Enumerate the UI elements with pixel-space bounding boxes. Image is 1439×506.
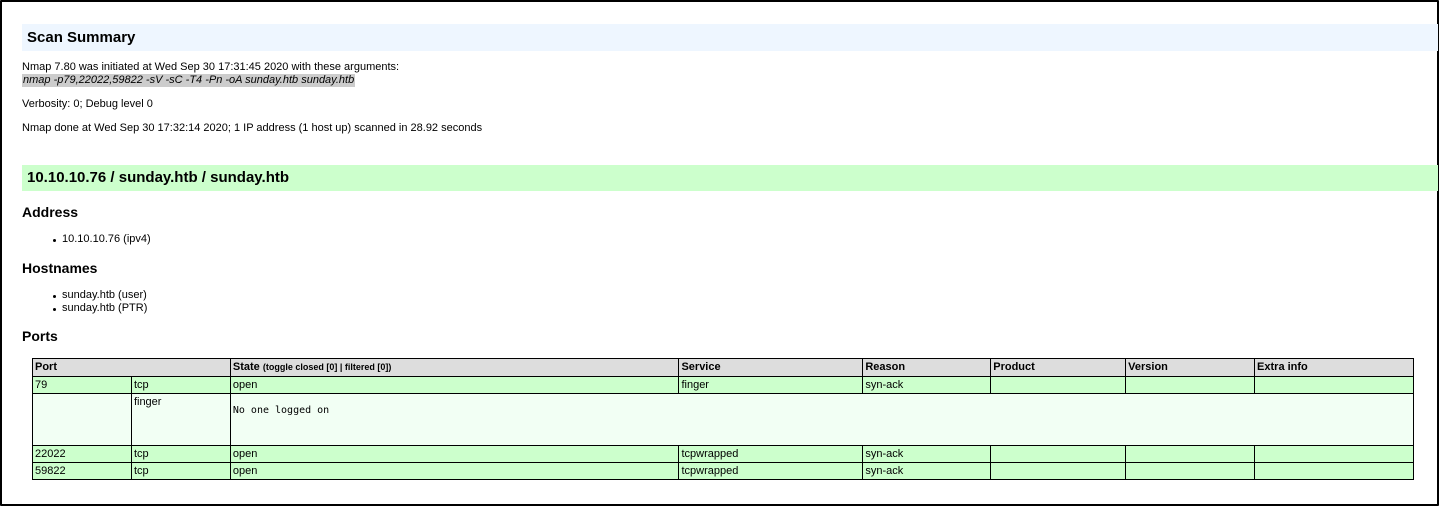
- host-header: 10.10.10.76 / sunday.htb / sunday.htb: [22, 165, 1438, 191]
- done-text: Nmap done at Wed Sep 30 17:32:14 2020; 1…: [22, 122, 483, 134]
- host-title: 10.10.10.76 / sunday.htb / sunday.htb: [27, 169, 290, 186]
- port-reason: syn-ack: [862, 445, 992, 463]
- scan-summary-title: Scan Summary: [27, 29, 136, 46]
- col-extra-info: Extra info: [1254, 358, 1414, 377]
- port-row: 59822 tcp open tcpwrapped syn-ack: [32, 462, 1414, 480]
- port-number: 22022: [32, 445, 132, 463]
- verbosity-text: Verbosity: 0; Debug level 0: [22, 98, 153, 110]
- port-product: [990, 376, 1127, 394]
- toggle-closed-filtered-link[interactable]: (toggle closed [0] | filtered [0]): [263, 362, 392, 372]
- port-state: open: [229, 376, 680, 394]
- port-product: [990, 462, 1127, 480]
- ports-header-row: Port State (toggle closed [0] | filtered…: [32, 358, 1414, 377]
- col-service: Service: [678, 358, 864, 377]
- port-number: 79: [32, 376, 132, 394]
- col-product: Product: [990, 358, 1127, 377]
- hostnames-heading: Hostnames: [22, 260, 98, 276]
- script-output-row: finger No one logged on: [32, 393, 1415, 446]
- port-state: open: [229, 462, 680, 480]
- port-extra-info: [1254, 462, 1414, 480]
- script-output: No one logged on: [232, 405, 330, 416]
- script-output-cell: No one logged on: [229, 393, 1415, 446]
- port-service: finger: [678, 376, 864, 394]
- port-version: [1125, 376, 1256, 394]
- col-version: Version: [1125, 358, 1256, 377]
- hostname-item: sunday.htb (user): [52, 289, 147, 301]
- col-port: Port: [32, 358, 231, 377]
- port-service: tcpwrapped: [678, 445, 864, 463]
- report-frame: Scan Summary Nmap 7.80 was initiated at …: [0, 0, 1439, 506]
- port-version: [1125, 445, 1256, 463]
- port-number: 59822: [32, 462, 132, 480]
- nmap-command: nmap -p79,22022,59822 -sV -sC -T4 -Pn -o…: [22, 74, 356, 87]
- port-service: tcpwrapped: [678, 462, 864, 480]
- hostname-item: sunday.htb (PTR): [52, 302, 148, 314]
- address-list: 10.10.10.76 (ipv4): [53, 233, 151, 246]
- port-reason: syn-ack: [862, 462, 992, 480]
- port-protocol: tcp: [130, 462, 231, 480]
- port-row: 79 tcp open finger syn-ack: [32, 376, 1414, 394]
- ports-table: Port State (toggle closed [0] | filtered…: [32, 358, 1415, 480]
- address-item: 10.10.10.76 (ipv4): [53, 233, 151, 245]
- port-reason: syn-ack: [862, 376, 992, 394]
- port-protocol: tcp: [130, 376, 231, 394]
- col-state: State (toggle closed [0] | filtered [0]): [229, 358, 680, 377]
- port-version: [1125, 462, 1256, 480]
- col-state-label: State: [232, 361, 260, 373]
- hostnames-list: sunday.htb (user) sunday.htb (PTR): [52, 289, 148, 315]
- address-heading: Address: [22, 204, 79, 220]
- port-row: 22022 tcp open tcpwrapped syn-ack: [32, 445, 1414, 463]
- port-extra-info: [1254, 376, 1414, 394]
- script-name: finger: [130, 393, 231, 446]
- port-product: [990, 445, 1127, 463]
- port-extra-info: [1254, 445, 1414, 463]
- port-state: open: [229, 445, 680, 463]
- scan-summary-header: Scan Summary: [22, 24, 1438, 51]
- port-protocol: tcp: [130, 445, 231, 463]
- ports-heading: Ports: [22, 328, 58, 344]
- initiated-text: Nmap 7.80 was initiated at Wed Sep 30 17…: [22, 61, 400, 73]
- col-reason: Reason: [862, 358, 992, 377]
- script-spacer: [32, 393, 132, 446]
